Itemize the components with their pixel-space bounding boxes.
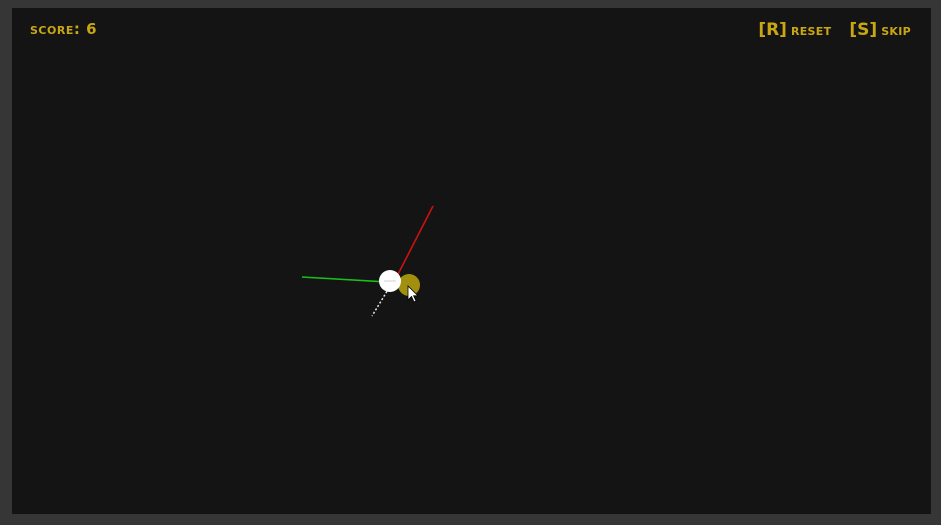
- window-frame: SCORE: 6 [R] RESET [S] SKIP: [0, 0, 941, 525]
- game-canvas[interactable]: SCORE: 6 [R] RESET [S] SKIP: [12, 8, 931, 514]
- green-axis-line: [301, 276, 389, 283]
- direction-dotted-line: [371, 287, 390, 317]
- red-axis-line: [392, 205, 434, 285]
- game-scene: [301, 205, 434, 317]
